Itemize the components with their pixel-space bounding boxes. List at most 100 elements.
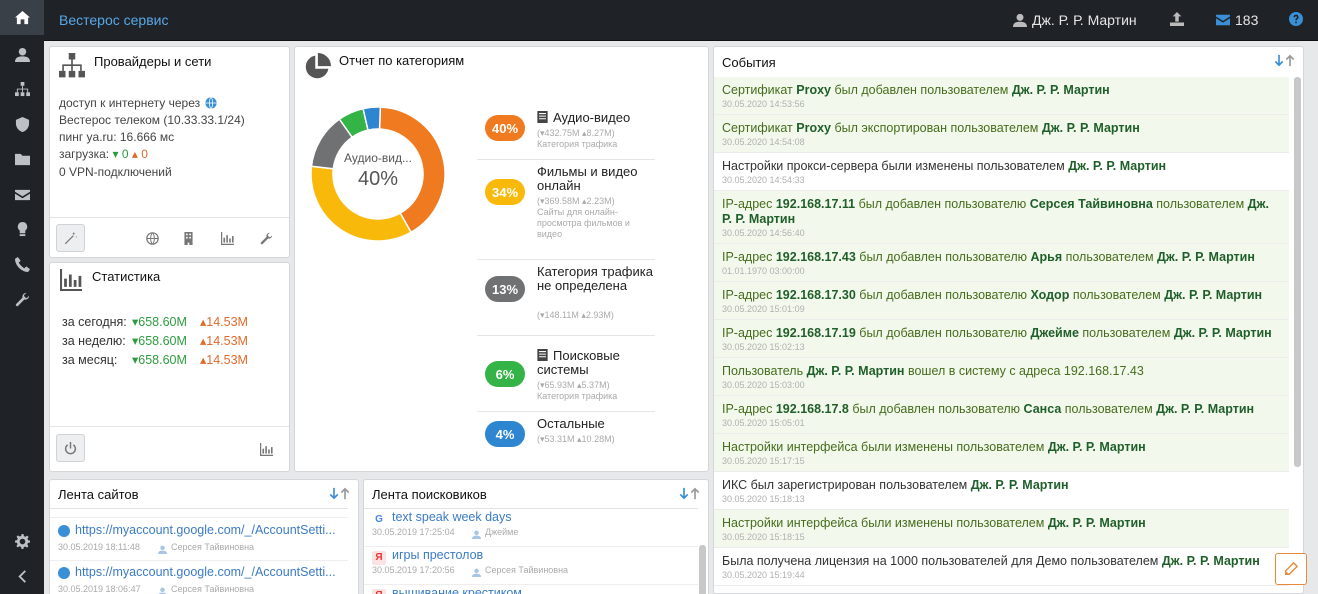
event-date: 30.05.2020 14:53:56 xyxy=(722,99,805,109)
event-row[interactable]: Пользователь Дж. Р. Р. Мартин вошел в си… xyxy=(714,358,1289,396)
arrow-down-icon xyxy=(329,487,339,500)
event-row[interactable]: IP-адрес 192.168.17.19 был добавлен поль… xyxy=(714,320,1289,358)
sites-sort[interactable] xyxy=(329,487,350,500)
event-text: IP-адрес 192.168.17.43 был добавлен поль… xyxy=(722,250,1255,264)
stats-up: ▴14.53M xyxy=(200,334,248,348)
category-meta: (▾53.31M ▴10.28M) xyxy=(537,434,655,445)
stats-row-label: за месяц: xyxy=(62,353,118,367)
arrow-down-icon xyxy=(679,487,689,500)
event-date: 30.05.2020 15:05:01 xyxy=(722,418,805,428)
top-header: Вестерос сервис Дж. Р. Р. Мартин 183 xyxy=(44,0,1318,41)
category-separator xyxy=(477,411,655,412)
event-row[interactable]: IP-адрес 192.168.17.43 был добавлен поль… xyxy=(714,244,1289,282)
category-traffic: (▾432.75M ▴8.27M) xyxy=(537,128,615,138)
power-icon xyxy=(64,441,77,454)
wand-button[interactable] xyxy=(56,224,85,252)
user-icon xyxy=(158,584,167,594)
sidebar-item-tools[interactable] xyxy=(0,282,44,317)
sidebar-item-home[interactable] xyxy=(0,0,44,35)
stats-down: ▾658.60M xyxy=(132,334,187,348)
bar-chart-icon xyxy=(259,442,273,456)
sidebar-item-mail[interactable] xyxy=(0,177,44,212)
events-scrollbar[interactable] xyxy=(1294,77,1301,467)
sites-partial-row xyxy=(50,508,348,518)
yandex-icon: Я xyxy=(372,589,386,594)
sites-title: Лента сайтов xyxy=(58,487,139,502)
category-item[interactable]: 34% Фильмы и видео онлайн (▾369.58M ▴2.23M… xyxy=(477,165,655,239)
event-row[interactable]: Настройки интерфейса были изменены польз… xyxy=(714,510,1289,548)
search-query[interactable]: игры престолов xyxy=(392,548,483,562)
event-date: 30.05.2020 14:54:33 xyxy=(722,175,805,185)
category-pct-badge: 13% xyxy=(485,276,525,302)
event-row[interactable]: Настройки интерфейса были изменены польз… xyxy=(714,434,1289,472)
category-name-text: Категория трафика не определена xyxy=(537,264,653,293)
bar-chart-icon xyxy=(60,269,82,291)
help-button[interactable] xyxy=(1289,12,1303,26)
event-row[interactable]: Была получена лицензия на 1000 пользоват… xyxy=(714,548,1289,586)
sidebar-collapse-button[interactable] xyxy=(0,559,44,594)
category-meta: (▾148.11M ▴2.93M) xyxy=(537,310,655,321)
category-pct-badge: 6% xyxy=(485,361,525,387)
chart-button[interactable] xyxy=(216,227,238,249)
search-row[interactable]: Яигры престолов 30.05.2019 17:20:56 Серсея… xyxy=(364,547,698,585)
building-button[interactable] xyxy=(177,227,199,249)
event-row[interactable]: Сертификат Proxy был добавлен пользовате… xyxy=(714,77,1289,115)
sidebar-item-phone[interactable] xyxy=(0,247,44,282)
event-row[interactable]: IP-адрес 192.168.17.11 был добавлен поль… xyxy=(714,191,1289,244)
sidebar-item-network[interactable] xyxy=(0,72,44,107)
providers-toolbar xyxy=(50,217,289,257)
events-sort[interactable] xyxy=(1274,54,1295,67)
search-scrollbar[interactable] xyxy=(699,545,706,594)
network-button[interactable] xyxy=(141,227,163,249)
power-button[interactable] xyxy=(56,434,85,462)
search-date: 30.05.2019 17:20:56 xyxy=(372,565,455,575)
sidebar-item-users[interactable] xyxy=(0,37,44,72)
globe-icon xyxy=(145,231,159,245)
category-item[interactable]: 6% Поисковые системы (▾65.93M ▴5.37M) Катег… xyxy=(477,349,655,401)
brand-link[interactable]: Вестерос сервис xyxy=(59,12,168,28)
category-item[interactable]: 4% Остальные (▾53.31M ▴10.28M) xyxy=(477,417,655,467)
event-row[interactable]: Сертификат Proxy был экспортирован польз… xyxy=(714,115,1289,153)
shield-icon xyxy=(15,117,29,132)
stats-title-wrap: Статистика xyxy=(58,269,160,291)
event-date: 30.05.2020 15:18:13 xyxy=(722,494,805,504)
event-row[interactable]: ИКС был зарегистрирован пользователем Дж… xyxy=(714,472,1289,510)
sidebar-item-files[interactable] xyxy=(0,142,44,177)
category-item[interactable]: 13% Категория трафика не определена (▾148.… xyxy=(477,264,655,320)
site-url[interactable]: https://myaccount.google.com/_/AccountSe… xyxy=(75,523,336,537)
search-query[interactable]: вышивание крестиком xyxy=(392,586,522,594)
edit-float-button[interactable] xyxy=(1275,553,1307,585)
user-icon xyxy=(472,565,481,580)
site-date: 30.05.2019 18:11:48 xyxy=(58,542,140,552)
event-row[interactable]: IP-адрес 192.168.17.8 был добавлен польз… xyxy=(714,396,1289,434)
user-menu[interactable]: Дж. Р. Р. Мартин xyxy=(1013,12,1137,28)
stats-chart-button[interactable] xyxy=(255,438,277,460)
event-date: 30.05.2020 15:19:44 xyxy=(722,570,805,580)
sidebar-item-security[interactable] xyxy=(0,107,44,142)
search-row[interactable]: Явышивание крестиком xyxy=(364,585,698,594)
search-sort[interactable] xyxy=(679,487,700,500)
event-text: Была получена лицензия на 1000 пользоват… xyxy=(722,554,1260,568)
mail-button[interactable]: 183 xyxy=(1216,12,1258,28)
site-url[interactable]: https://myaccount.google.com/_/AccountSe… xyxy=(75,565,336,579)
search-date: 30.05.2019 17:25:04 xyxy=(372,527,455,537)
category-item[interactable]: 40% Аудио-видео (▾432.75M ▴8.27M) Категория… xyxy=(477,111,655,161)
category-meta: (▾369.58M ▴2.23M) Сайты для онлайн-просмо… xyxy=(537,196,655,240)
site-row[interactable]: https://myaccount.google.com/_/AccountSe… xyxy=(50,561,348,594)
providers-title-wrap: Провайдеры и сети xyxy=(58,53,211,79)
event-text: Пользователь Дж. Р. Р. Мартин вошел в си… xyxy=(722,364,1144,378)
sidebar-item-settings[interactable] xyxy=(0,524,44,559)
event-text: IP-адрес 192.168.17.11 был добавлен поль… xyxy=(722,197,1269,226)
search-row[interactable]: Gtext speak week days 30.05.2019 17:25:04… xyxy=(364,509,698,547)
sidebar xyxy=(0,0,44,594)
upload-button[interactable] xyxy=(1170,12,1184,26)
site-row[interactable]: https://myaccount.google.com/_/AccountSe… xyxy=(50,519,348,561)
sidebar-item-ideas[interactable] xyxy=(0,212,44,247)
search-query[interactable]: text speak week days xyxy=(392,510,512,524)
provider-line[interactable]: Вестерос телеком (10.33.33.1/24) xyxy=(59,113,245,127)
events-title: События xyxy=(722,55,776,70)
settings-wrench-button[interactable] xyxy=(255,227,277,249)
event-row[interactable]: Настройки прокси-сервера были изменены п… xyxy=(714,153,1289,191)
search-feed-panel: Лента поисковиков Gtext speak week days 3… xyxy=(363,479,709,594)
event-row[interactable]: IP-адрес 192.168.17.30 был добавлен поль… xyxy=(714,282,1289,320)
